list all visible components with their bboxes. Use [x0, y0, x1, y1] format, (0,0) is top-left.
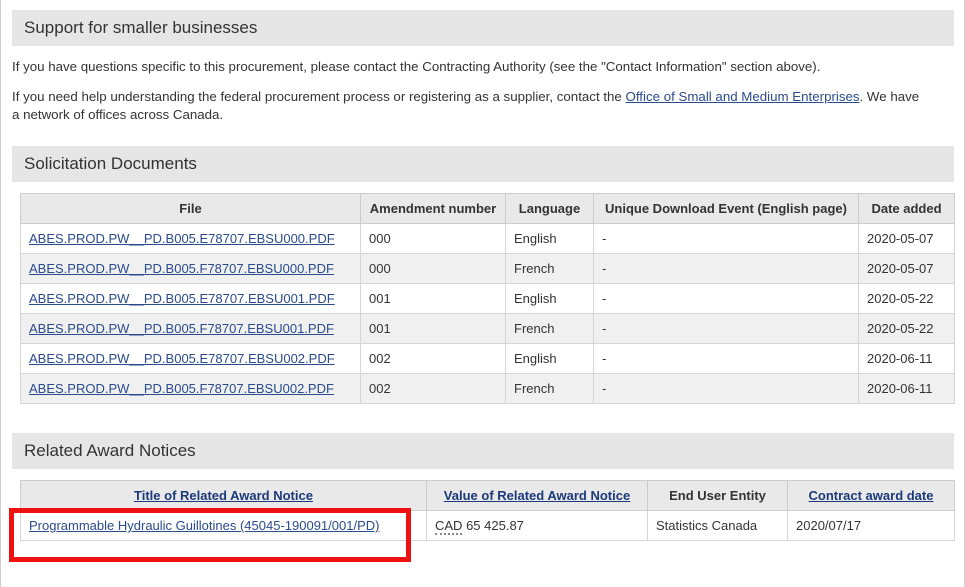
cell-amendment-number: 000	[360, 223, 506, 254]
cell-language: French	[505, 373, 594, 404]
table-row: ABES.PROD.PW__PD.B005.E78707.EBSU000.PDF…	[20, 223, 955, 254]
file-link[interactable]: ABES.PROD.PW__PD.B005.E78707.EBSU000.PDF	[29, 231, 335, 246]
cell-download-event: -	[593, 223, 859, 254]
solicitation-table-header-row: File Amendment number Language Unique Do…	[20, 193, 955, 224]
cell-amendment-number: 000	[360, 253, 506, 284]
sort-link-title[interactable]: Title of Related Award Notice	[134, 488, 313, 503]
cell-file: ABES.PROD.PW__PD.B005.F78707.EBSU000.PDF	[20, 253, 361, 284]
currency-code: CAD	[435, 518, 463, 535]
cell-date-added: 2020-05-22	[858, 283, 955, 314]
table-row: ABES.PROD.PW__PD.B005.E78707.EBSU001.PDF…	[20, 283, 955, 314]
cell-file: ABES.PROD.PW__PD.B005.F78707.EBSU001.PDF	[20, 313, 361, 344]
cell-date-added: 2020-06-11	[858, 373, 955, 404]
solicitation-section-heading: Solicitation Documents	[12, 146, 954, 182]
column-header-date-added[interactable]: Date added	[858, 193, 955, 224]
office-of-small-and-medium-enterprises-link[interactable]: Office of Small and Medium Enterprises	[626, 89, 860, 104]
table-row: ABES.PROD.PW__PD.B005.F78707.EBSU001.PDF…	[20, 313, 955, 344]
file-link[interactable]: ABES.PROD.PW__PD.B005.E78707.EBSU001.PDF	[29, 291, 335, 306]
related-award-notices-table: Title of Related Award Notice Value of R…	[20, 480, 955, 541]
cell-end-user-entity: Statistics Canada	[647, 510, 788, 541]
cell-language: French	[505, 313, 594, 344]
cell-file: ABES.PROD.PW__PD.B005.E78707.EBSU001.PDF	[20, 283, 361, 314]
osme-text-before: If you need help understanding the feder…	[12, 89, 626, 104]
cell-download-event: -	[593, 373, 859, 404]
award-section-heading: Related Award Notices	[12, 433, 954, 469]
solicitation-documents-section: Solicitation Documents	[12, 146, 954, 182]
cell-language: French	[505, 253, 594, 284]
column-header-file[interactable]: File	[20, 193, 361, 224]
file-link[interactable]: ABES.PROD.PW__PD.B005.F78707.EBSU002.PDF	[29, 381, 334, 396]
cell-amendment-number: 001	[360, 313, 506, 344]
cell-amendment-number: 001	[360, 283, 506, 314]
cell-language: English	[505, 223, 594, 254]
column-header-contract-award-date: Contract award date	[787, 480, 955, 511]
table-row: ABES.PROD.PW__PD.B005.E78707.EBSU002.PDF…	[20, 343, 955, 374]
cell-download-event: -	[593, 313, 859, 344]
column-header-unique-download-event[interactable]: Unique Download Event (English page)	[593, 193, 859, 224]
table-row: ABES.PROD.PW__PD.B005.F78707.EBSU002.PDF…	[20, 373, 955, 404]
cell-language: English	[505, 343, 594, 374]
cell-file: ABES.PROD.PW__PD.B005.E78707.EBSU000.PDF	[20, 223, 361, 254]
column-header-end-user-entity: End User Entity	[647, 480, 788, 511]
cell-download-event: -	[593, 343, 859, 374]
column-header-title-of-related-award-notice: Title of Related Award Notice	[20, 480, 427, 511]
column-header-language[interactable]: Language	[505, 193, 594, 224]
cell-download-event: -	[593, 283, 859, 314]
cell-date-added: 2020-05-07	[858, 253, 955, 284]
column-header-value-of-related-award-notice: Value of Related Award Notice	[426, 480, 648, 511]
file-link[interactable]: ABES.PROD.PW__PD.B005.F78707.EBSU001.PDF	[29, 321, 334, 336]
solicitation-table-body: ABES.PROD.PW__PD.B005.E78707.EBSU000.PDF…	[20, 223, 955, 404]
solicitation-documents-table: File Amendment number Language Unique Do…	[20, 193, 955, 404]
cell-file: ABES.PROD.PW__PD.B005.E78707.EBSU002.PDF	[20, 343, 361, 374]
cell-amendment-number: 002	[360, 373, 506, 404]
support-paragraph-contracting-authority: If you have questions specific to this p…	[12, 59, 821, 74]
cell-date-added: 2020-05-07	[858, 223, 955, 254]
cell-date-added: 2020-06-11	[858, 343, 955, 374]
cell-contract-award-date: 2020/07/17	[787, 510, 955, 541]
cell-award-value: CAD 65 425.87	[426, 510, 648, 541]
award-table-body: Programmable Hydraulic Guillotines (4504…	[20, 510, 955, 541]
table-row: ABES.PROD.PW__PD.B005.F78707.EBSU000.PDF…	[20, 253, 955, 284]
cell-download-event: -	[593, 253, 859, 284]
support-section-heading: Support for smaller businesses	[12, 10, 954, 46]
cell-file: ABES.PROD.PW__PD.B005.F78707.EBSU002.PDF	[20, 373, 361, 404]
file-link[interactable]: ABES.PROD.PW__PD.B005.E78707.EBSU002.PDF	[29, 351, 335, 366]
related-award-notices-section: Related Award Notices	[12, 433, 954, 469]
sort-link-value[interactable]: Value of Related Award Notice	[444, 488, 630, 503]
page-container: Support for smaller businesses If you ha…	[0, 0, 965, 587]
award-table-header-row: Title of Related Award Notice Value of R…	[20, 480, 955, 511]
table-row: Programmable Hydraulic Guillotines (4504…	[20, 510, 955, 541]
file-link[interactable]: ABES.PROD.PW__PD.B005.F78707.EBSU000.PDF	[29, 261, 334, 276]
related-award-notice-title-link[interactable]: Programmable Hydraulic Guillotines (4504…	[29, 518, 379, 533]
sort-link-contract-award-date[interactable]: Contract award date	[809, 488, 934, 503]
cell-date-added: 2020-05-22	[858, 313, 955, 344]
cell-language: English	[505, 283, 594, 314]
cell-amendment-number: 002	[360, 343, 506, 374]
currency-amount: 65 425.87	[466, 518, 524, 533]
cell-award-title: Programmable Hydraulic Guillotines (4504…	[20, 510, 427, 541]
support-for-smaller-businesses-section: Support for smaller businesses	[12, 10, 954, 46]
support-paragraph-osme: If you need help understanding the feder…	[12, 88, 922, 124]
column-header-amendment-number[interactable]: Amendment number	[360, 193, 506, 224]
